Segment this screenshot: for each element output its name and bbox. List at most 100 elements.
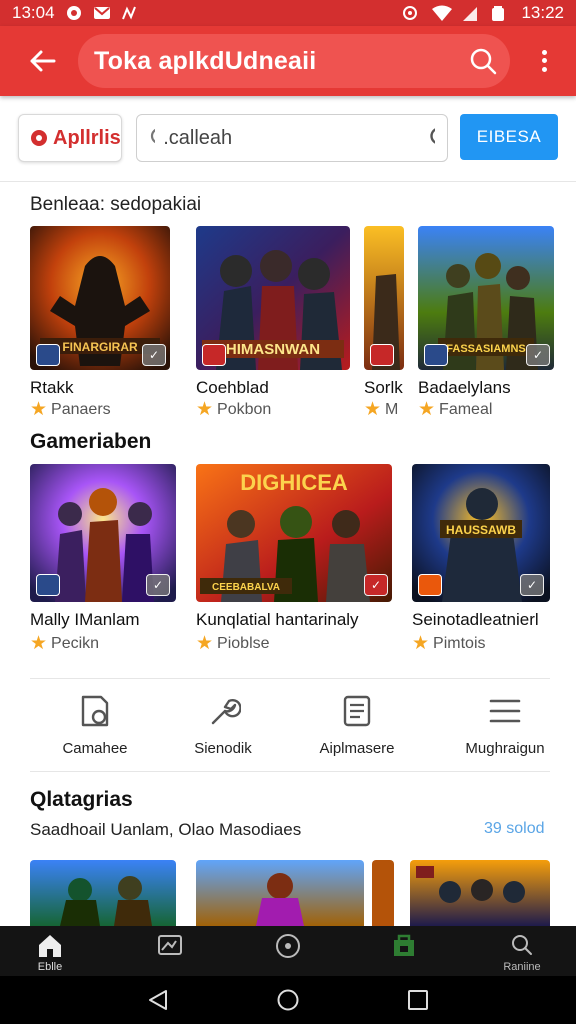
check-badge-icon: ✓ bbox=[520, 574, 544, 596]
search-box bbox=[136, 114, 448, 162]
more-vert-icon bbox=[541, 49, 547, 55]
nav-images[interactable] bbox=[130, 932, 210, 961]
platform-badge-icon bbox=[424, 344, 448, 366]
wrench-icon bbox=[211, 699, 242, 725]
game-title: Seinotadleatnierl bbox=[412, 610, 539, 629]
nav-home[interactable]: Eblle bbox=[10, 932, 90, 973]
svg-text:FINARGIRAR: FINARGIRAR bbox=[62, 340, 138, 354]
book-icon bbox=[81, 695, 109, 727]
back-button[interactable] bbox=[0, 26, 84, 96]
platform-badge-icon bbox=[418, 574, 442, 596]
search-submit-icon[interactable] bbox=[428, 125, 435, 151]
game-card[interactable]: FINARGIRAR ✓ Rtakk ★ Panaers bbox=[30, 226, 172, 422]
star-icon: ★ bbox=[364, 399, 382, 420]
svg-text:HIMASNWAN: HIMASNWAN bbox=[226, 341, 320, 358]
search-icon bbox=[512, 935, 532, 955]
apps-filter-chip[interactable]: Apllrlis bbox=[18, 114, 122, 162]
action-aiplmasere[interactable]: Aiplmasere bbox=[292, 693, 422, 757]
platform-badge-icon bbox=[202, 344, 226, 366]
back-triangle-icon[interactable] bbox=[146, 988, 170, 1012]
store-icon bbox=[394, 934, 414, 956]
game-card[interactable] bbox=[196, 860, 364, 926]
action-sienodik[interactable]: Sienodik bbox=[158, 693, 288, 757]
nav-store[interactable] bbox=[364, 932, 444, 961]
game-card[interactable]: HAUSSAWB ✓ Seinotadleatnierl ★ Pimtois bbox=[412, 464, 552, 656]
system-nav-bar bbox=[0, 976, 576, 1024]
status-time-right: 13:22 bbox=[521, 3, 564, 22]
svg-text:CEEBABALVA: CEEBABALVA bbox=[212, 582, 280, 593]
game-title: Badaelylans bbox=[418, 378, 511, 397]
star-icon: ★ bbox=[30, 399, 48, 420]
star-icon: ★ bbox=[412, 633, 430, 654]
game-thumbnail bbox=[372, 860, 394, 926]
page-title: Toka aplkdUdneaii bbox=[94, 46, 317, 75]
svg-text:HAUSSAWB: HAUSSAWB bbox=[446, 523, 516, 537]
game-card[interactable]: FASSASIAMNS ✓ Badaelylans ★ Fameal bbox=[418, 226, 558, 422]
game-card[interactable] bbox=[372, 860, 394, 926]
game-title: Coehblad bbox=[196, 378, 269, 397]
game-title: Rtakk bbox=[30, 378, 74, 397]
see-all-link[interactable]: 39 solod bbox=[484, 820, 545, 838]
home-circle-icon[interactable] bbox=[276, 988, 300, 1012]
recents-square-icon[interactable] bbox=[406, 988, 430, 1012]
more-options-button[interactable] bbox=[530, 44, 558, 78]
star-icon: ★ bbox=[196, 399, 214, 420]
search-action-button[interactable]: EIBESA bbox=[460, 114, 558, 160]
message-icon bbox=[65, 5, 83, 21]
nav-label: Eblle bbox=[37, 961, 63, 973]
game-meta: ★ M bbox=[364, 399, 399, 420]
title-pill: Toka aplkdUdneaii bbox=[78, 34, 510, 88]
image-icon bbox=[158, 935, 182, 955]
app-bar: Toka aplkdUdneaii bbox=[0, 26, 576, 96]
battery-icon bbox=[491, 5, 509, 21]
game-thumbnail bbox=[410, 860, 550, 926]
search-row: Apllrlis EIBESA bbox=[0, 96, 576, 182]
chip-label: Apllrlis bbox=[53, 126, 121, 149]
quick-actions: Camahee Sienodik Aiplmasere Mughraigun bbox=[30, 678, 550, 772]
wifi-icon bbox=[431, 5, 453, 21]
game-meta: ★ Pioblse bbox=[196, 633, 270, 654]
game-card[interactable]: Sorlk ★ M bbox=[364, 226, 404, 422]
check-badge-icon: ✓ bbox=[526, 344, 550, 366]
vibrate-icon bbox=[401, 5, 419, 21]
game-card[interactable] bbox=[30, 860, 176, 926]
search-icon bbox=[470, 48, 497, 75]
action-mughraigun[interactable]: Mughraigun bbox=[440, 693, 570, 757]
activity-icon bbox=[121, 5, 139, 21]
action-label: Sienodik bbox=[194, 740, 252, 757]
record-icon bbox=[31, 130, 47, 146]
nav-label: Raniine bbox=[503, 961, 541, 973]
circle-play-icon bbox=[276, 934, 300, 958]
game-meta: ★ Fameal bbox=[418, 399, 493, 420]
star-icon: ★ bbox=[418, 399, 436, 420]
search-input[interactable] bbox=[163, 126, 429, 150]
game-card[interactable] bbox=[410, 860, 550, 926]
appbar-search-button[interactable] bbox=[466, 44, 500, 78]
action-label: Camahee bbox=[62, 740, 128, 757]
game-meta: ★ Pokbon bbox=[196, 399, 272, 420]
game-card[interactable]: HIMASNWAN Coehblad ★ Pokbon bbox=[196, 226, 350, 422]
home-icon bbox=[39, 935, 61, 957]
action-camahee[interactable]: Camahee bbox=[30, 693, 160, 757]
nav-play[interactable] bbox=[248, 932, 328, 961]
platform-badge-icon bbox=[36, 344, 60, 366]
game-title: Mally IManlam bbox=[30, 610, 140, 629]
svg-text:FASSASIAMNS: FASSASIAMNS bbox=[446, 343, 525, 355]
signal-icon bbox=[461, 5, 479, 21]
arrow-left-icon bbox=[30, 50, 56, 72]
search-icon bbox=[150, 128, 156, 144]
game-meta: ★ Pecikn bbox=[30, 633, 100, 654]
platform-badge-icon bbox=[370, 344, 394, 366]
game-thumbnail: DIGHICEA CEEBABALVA bbox=[196, 464, 392, 602]
game-thumbnail bbox=[30, 860, 176, 926]
game-card[interactable]: DIGHICEA CEEBABALVA ✓ Kunqlatial hantarin… bbox=[196, 464, 392, 656]
mail-icon bbox=[93, 5, 111, 21]
star-icon: ★ bbox=[196, 633, 214, 654]
bottom-nav: Eblle Raniine bbox=[0, 926, 576, 976]
game-meta: ★ Panaers bbox=[30, 399, 111, 420]
game-card[interactable]: ✓ Mally IManlam ★ Pecikn bbox=[30, 464, 176, 656]
game-title: Sorlk bbox=[364, 378, 403, 397]
game-meta: ★ Pimtois bbox=[412, 633, 486, 654]
check-badge-icon: ✓ bbox=[142, 344, 166, 366]
nav-search[interactable]: Raniine bbox=[482, 932, 562, 973]
